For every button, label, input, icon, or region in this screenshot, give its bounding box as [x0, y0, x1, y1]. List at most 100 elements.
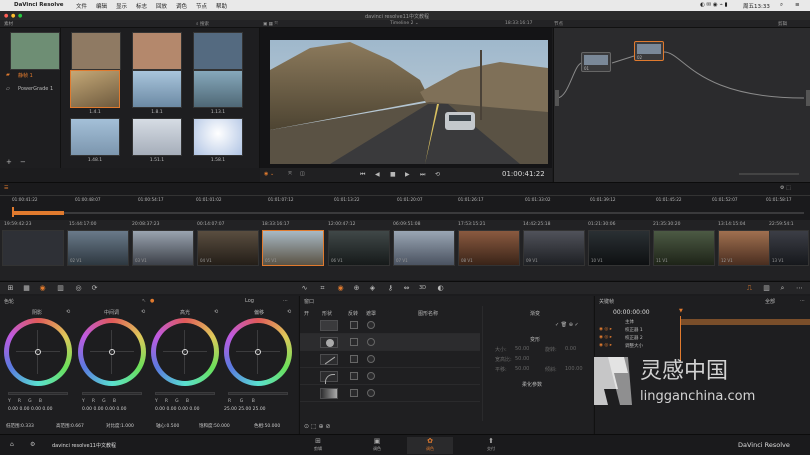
- key-icon[interactable]: ⚷: [386, 284, 395, 293]
- menu-mark[interactable]: 标志: [136, 2, 147, 10]
- clip-09[interactable]: 09 V1: [523, 230, 585, 266]
- param-saturation[interactable]: 饱和度:50.000: [199, 423, 230, 429]
- loop-button[interactable]: ⟲: [435, 171, 440, 178]
- mask-checkbox[interactable]: [367, 321, 375, 329]
- wheel-handle[interactable]: [35, 349, 41, 355]
- crop-icon[interactable]: ⤧: [288, 171, 292, 177]
- wheel-handle[interactable]: [255, 349, 261, 355]
- val-y[interactable]: 0.00: [82, 407, 92, 412]
- app-menu[interactable]: DaVinci Resolve: [14, 2, 64, 8]
- timeline-selector[interactable]: Timeline 2 ⌄: [390, 21, 419, 26]
- bars-icon[interactable]: ▥: [56, 284, 65, 293]
- val-g[interactable]: 0.00: [178, 407, 188, 412]
- node-02[interactable]: 02: [634, 41, 664, 61]
- val-g[interactable]: 0.00: [105, 407, 115, 412]
- param-high-range[interactable]: 高范围:0.667: [56, 423, 84, 429]
- master-slider[interactable]: [8, 392, 68, 395]
- zoom-icon[interactable]: ⌕: [778, 284, 787, 293]
- zoom-window-icon[interactable]: ●: [18, 13, 22, 19]
- mode-dropdown[interactable]: Log: [245, 298, 254, 304]
- scopes-icon[interactable]: ⎍: [745, 284, 754, 293]
- menu-playback[interactable]: 回放: [156, 2, 167, 10]
- close-window-icon[interactable]: ●: [4, 13, 8, 19]
- add-still-button[interactable]: +: [6, 158, 12, 166]
- thumb-1-13-1[interactable]: [193, 70, 243, 108]
- color-mode-icon[interactable]: ◉ ⌄: [264, 171, 274, 177]
- keyframe-row-icons[interactable]: ◉ ◎ ▸: [599, 335, 612, 340]
- reset-icon[interactable]: ⟲: [214, 309, 218, 315]
- keyframe-row-corrector-2[interactable]: ◉ ◎ ▸ 校正器 2: [595, 335, 810, 343]
- wheel-handle[interactable]: [109, 349, 115, 355]
- node-01[interactable]: 01: [581, 52, 611, 72]
- val-r[interactable]: 0.00: [166, 407, 176, 412]
- go-first-button[interactable]: ⏮: [360, 171, 365, 179]
- val-r[interactable]: 25.00: [224, 407, 237, 412]
- play-reverse-button[interactable]: ◀: [375, 171, 380, 178]
- viewer-frame[interactable]: [270, 40, 548, 164]
- thumb-2[interactable]: [71, 32, 121, 70]
- thumb-1-4-1[interactable]: [70, 70, 120, 108]
- refresh-icon[interactable]: ⟳: [90, 284, 99, 293]
- keyframe-scope-dropdown[interactable]: 全部: [765, 298, 775, 305]
- mode-menu-icon[interactable]: ⋯: [283, 298, 288, 304]
- blur-icon[interactable]: ◈: [368, 284, 377, 293]
- param-size-value[interactable]: 50.00: [515, 346, 529, 352]
- val-y[interactable]: 0.00: [8, 407, 18, 412]
- thumb-1-48-1[interactable]: [70, 118, 120, 156]
- wheel-highlights[interactable]: [151, 318, 219, 386]
- window-actions[interactable]: ✓ 🗑 ⊕ ✓: [555, 322, 579, 328]
- keyframe-row-sizing[interactable]: ◉ ◎ ▸ 调整大小: [595, 343, 810, 351]
- keyframe-row-icons[interactable]: ◉ ◎ ▸: [599, 343, 612, 348]
- search-icon[interactable]: ⌕: [780, 2, 783, 9]
- mask-checkbox[interactable]: [367, 389, 375, 397]
- master-slider[interactable]: [82, 392, 142, 395]
- keyframe-menu-icon[interactable]: ⋯: [800, 298, 805, 304]
- val-b[interactable]: 0.00: [189, 407, 199, 412]
- tree-item-still-1[interactable]: ▰ 静帧 1: [4, 70, 60, 80]
- window-icon[interactable]: ◉: [336, 284, 345, 293]
- timeline-menu-icon[interactable]: ☰: [4, 185, 8, 191]
- page-edit-button[interactable]: ⊞ 剪辑: [303, 437, 333, 454]
- param-rotate-value[interactable]: 0.00: [565, 346, 576, 352]
- timeline-options-icon[interactable]: ⚙ ⬚: [780, 185, 791, 191]
- polygon-shape-icon[interactable]: [320, 354, 338, 365]
- wheel-handle[interactable]: [182, 349, 188, 355]
- mask-checkbox[interactable]: [367, 372, 375, 380]
- node-editor-panel[interactable]: 01 02: [553, 28, 810, 182]
- gradient-shape-icon[interactable]: [320, 388, 338, 399]
- clip-02[interactable]: 02 V1: [67, 230, 129, 266]
- invert-checkbox[interactable]: [350, 355, 358, 363]
- keyframe-row-corrector-1[interactable]: ◉ ◎ ▸ 校正器 1: [595, 327, 810, 335]
- keyframe-row-master[interactable]: 主体: [595, 319, 810, 327]
- wheel-midtones[interactable]: [78, 318, 146, 386]
- linear-shape-icon[interactable]: [320, 320, 338, 331]
- clip-03[interactable]: 03 V1: [132, 230, 194, 266]
- menu-list-icon[interactable]: ≡: [795, 2, 800, 8]
- tracker-icon[interactable]: ◎: [74, 284, 83, 293]
- stereo-icon[interactable]: ◐: [436, 284, 445, 293]
- more-icon[interactable]: ⋯: [795, 284, 804, 293]
- val-r[interactable]: 0.00: [19, 407, 29, 412]
- menu-nodes[interactable]: 节点: [196, 2, 207, 10]
- clip-10[interactable]: 10 V1: [588, 230, 650, 266]
- track-icon[interactable]: ⊕: [352, 284, 361, 293]
- param-contrast[interactable]: 对比度:1.000: [106, 423, 134, 429]
- val-y[interactable]: 0.00: [155, 407, 165, 412]
- page-color-button[interactable]: ✿ 调色: [407, 437, 453, 454]
- mask-checkbox[interactable]: [367, 355, 375, 363]
- clip-04[interactable]: 04 V1: [197, 230, 259, 266]
- keyframe-row-icons[interactable]: ◉ ◎ ▸: [599, 327, 612, 332]
- thumb-4[interactable]: [193, 32, 243, 70]
- sizing-icon[interactable]: ⇔: [402, 284, 411, 293]
- window-row-linear[interactable]: [300, 317, 480, 334]
- param-pan-value[interactable]: 50.00: [515, 366, 529, 372]
- thumb-1-58-1[interactable]: [193, 118, 243, 156]
- invert-checkbox[interactable]: [350, 338, 358, 346]
- settings-icon[interactable]: ⚙: [30, 441, 35, 448]
- circle-shape-icon[interactable]: [320, 337, 338, 348]
- reset-icon[interactable]: ⟲: [287, 309, 291, 315]
- wheel-shadows[interactable]: [4, 318, 72, 386]
- curve-shape-icon[interactable]: [320, 371, 338, 384]
- node-zoom-slider[interactable]: [739, 173, 799, 175]
- curves-icon[interactable]: ∿: [300, 284, 309, 293]
